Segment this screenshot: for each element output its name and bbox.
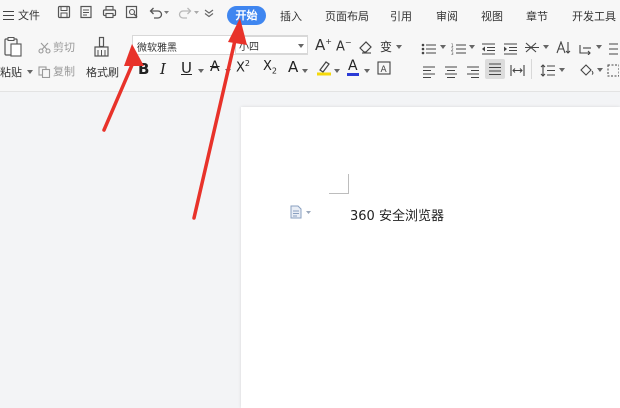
show-hide-marks-icon[interactable] (578, 40, 594, 59)
italic-icon[interactable]: I (160, 60, 166, 78)
format-painter-icon[interactable] (93, 36, 111, 62)
svg-text:3: 3 (451, 51, 454, 55)
tab-home[interactable]: 开始 (227, 6, 266, 25)
tab-developer-tools[interactable]: 开发工具 (572, 8, 616, 24)
superscript-icon[interactable]: X2 (236, 59, 250, 75)
bullet-list-caret[interactable] (440, 45, 446, 49)
export-pdf-icon[interactable] (79, 5, 93, 19)
character-border-icon[interactable]: A (377, 60, 391, 79)
copy-label[interactable]: 复制 (53, 63, 75, 79)
paste-icon (4, 37, 22, 57)
redo-icon[interactable] (178, 5, 200, 19)
strikethrough-icon[interactable]: A (210, 59, 220, 75)
highlight-icon[interactable] (316, 60, 332, 80)
bullet-list-icon[interactable] (421, 40, 437, 59)
subscript-icon[interactable]: X2 (263, 59, 277, 76)
paste-label[interactable]: 粘贴 (0, 64, 22, 80)
chinese-layout-icon[interactable] (524, 39, 540, 58)
paragraph-spacing-icon[interactable] (540, 62, 556, 81)
line-spacing-icon[interactable] (608, 40, 618, 59)
document-page[interactable] (241, 107, 620, 408)
phonetic-caret[interactable] (396, 45, 402, 49)
bold-icon[interactable]: B (138, 60, 149, 78)
page-margin-marker-vertical (348, 174, 349, 194)
justify-icon (489, 63, 501, 75)
align-right-icon[interactable] (466, 63, 480, 82)
numbered-list-caret[interactable] (469, 45, 475, 49)
font-name-value: 微软雅黑 (137, 43, 177, 54)
increase-indent-icon[interactable] (503, 40, 518, 59)
tab-insert[interactable]: 插入 (280, 8, 302, 24)
file-menu-label: 文件 (18, 9, 40, 22)
page-margin-marker (329, 193, 349, 194)
tab-references[interactable]: 引用 (390, 8, 412, 24)
font-color-icon[interactable]: A (348, 58, 358, 74)
tab-section[interactable]: 章节 (526, 8, 548, 24)
save-icon[interactable] (57, 5, 71, 19)
show-hide-caret[interactable] (596, 45, 602, 49)
paragraph-layout-icon[interactable] (289, 204, 313, 223)
sort-icon[interactable] (556, 39, 571, 58)
tab-review[interactable]: 审阅 (436, 8, 458, 24)
hamburger-icon (3, 10, 14, 20)
tab-page-layout[interactable]: 页面布局 (325, 8, 369, 24)
text-effects-icon[interactable]: A (288, 58, 298, 76)
font-color-caret[interactable] (364, 69, 370, 73)
strikethrough-caret[interactable] (225, 69, 231, 73)
document-text[interactable]: 360 安全浏览器 (350, 205, 444, 224)
tab-view[interactable]: 视图 (481, 8, 503, 24)
numbered-list-icon[interactable]: 123 (451, 40, 467, 59)
customize-quick-access-icon[interactable] (204, 8, 214, 18)
shrink-font-icon[interactable]: A− (336, 38, 352, 54)
distributed-align-icon[interactable] (510, 62, 525, 81)
scissors-icon[interactable] (38, 39, 51, 58)
borders-icon[interactable] (607, 62, 620, 81)
underline-icon[interactable]: U (181, 59, 192, 77)
align-left-icon[interactable] (422, 63, 436, 82)
shading-caret[interactable] (597, 68, 603, 72)
print-preview-icon[interactable] (125, 5, 139, 19)
font-color-swatch (347, 73, 359, 76)
grow-font-icon[interactable]: A+ (315, 36, 332, 54)
chinese-layout-caret[interactable] (543, 45, 549, 49)
shading-icon[interactable] (579, 62, 595, 81)
clear-formatting-icon[interactable] (359, 39, 373, 58)
highlight-caret[interactable] (334, 69, 340, 73)
justify-button[interactable] (485, 59, 505, 79)
copy-icon[interactable] (38, 63, 51, 82)
paragraph-spacing-caret[interactable] (559, 68, 565, 72)
undo-icon[interactable] (148, 5, 170, 19)
format-painter-label[interactable]: 格式刷 (86, 64, 119, 80)
print-icon[interactable] (102, 5, 117, 19)
paste-dropdown-caret[interactable] (27, 70, 33, 74)
menu-bar: 文件 开始 插入 页面布局 引用 审阅 视图 章节 开发工具 (0, 0, 620, 31)
font-size-value: 小四 (239, 42, 259, 53)
align-center-icon[interactable] (444, 63, 458, 82)
font-size-caret[interactable] (298, 44, 304, 48)
underline-caret[interactable] (198, 69, 204, 73)
file-menu[interactable]: 文件 (3, 7, 40, 23)
cut-label[interactable]: 剪切 (53, 39, 75, 55)
svg-text:A: A (381, 65, 388, 75)
decrease-indent-icon[interactable] (481, 40, 496, 59)
paste-button[interactable] (3, 36, 23, 62)
phonetic-guide-icon[interactable]: 变 (380, 38, 392, 55)
text-effects-caret[interactable] (302, 69, 308, 73)
ribbon-separator (531, 59, 532, 79)
